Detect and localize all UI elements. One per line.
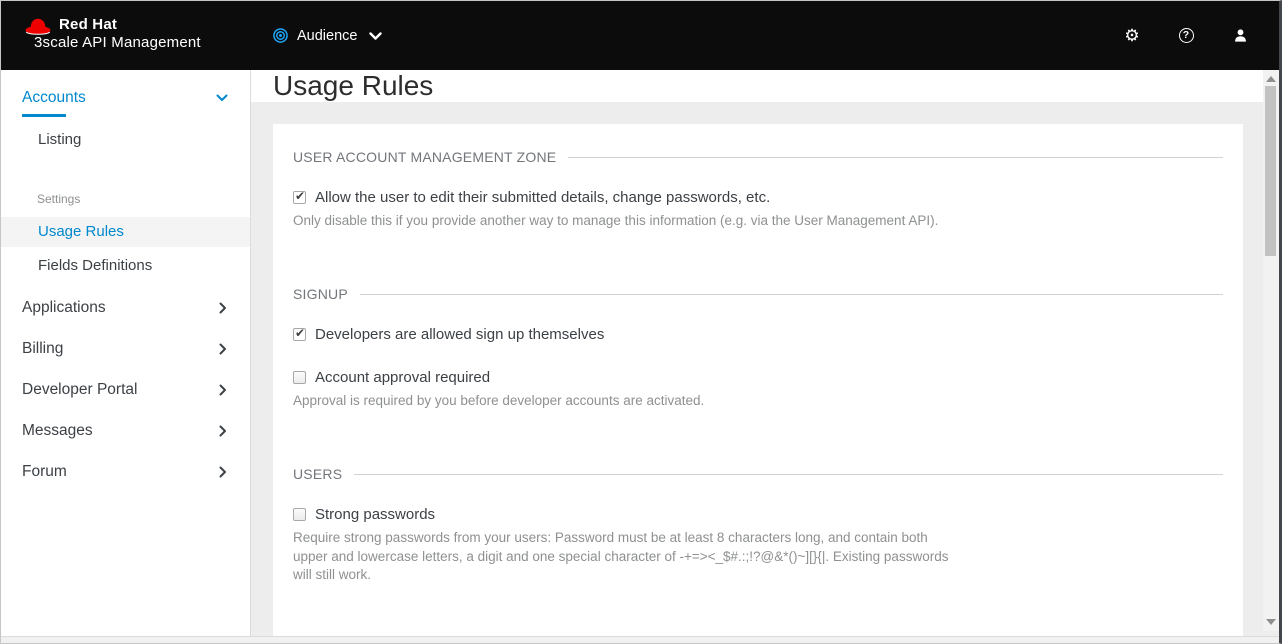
settings-gear-icon[interactable]: ⚙ [1124,28,1140,44]
field-hint: Only disable this if you provide another… [293,212,1223,230]
sidebar-item-usage-rules[interactable]: Usage Rules [1,217,250,247]
scroll-up-arrow-icon[interactable] [1266,76,1276,82]
help-icon[interactable]: ? [1178,28,1194,44]
checkbox-label[interactable]: Account approval required [315,369,490,386]
masthead-toolbar: ⚙ ? [1124,28,1256,44]
field-allow-user-edit: ✔ Allow the user to edit their submitted… [293,189,1223,230]
field-hint: Require strong passwords from your users… [293,529,953,584]
sidebar: Accounts Listing Settings Usage Rules Fi… [1,70,251,638]
section-heading-label: SIGNUP [293,286,348,302]
brand-name: Red Hat [59,16,117,33]
sidebar-item-messages[interactable]: Messages [1,418,250,444]
section-divider [568,157,1223,158]
field-account-approval: ✔ Account approval required Approval is … [293,369,1223,410]
bullseye-icon [273,28,288,43]
section-signup: SIGNUP ✔ Developers are allowed sign up … [293,286,1223,410]
field-strong-passwords: ✔ Strong passwords Require strong passwo… [293,506,1223,584]
section-divider [354,474,1223,475]
checkbox-label[interactable]: Allow the user to edit their submitted d… [315,189,770,206]
main-content: Usage Rules USER ACCOUNT MANAGEMENT ZONE… [251,70,1279,638]
sidebar-item-label: Listing [38,131,81,148]
sidebar-item-applications[interactable]: Applications [1,295,250,321]
settings-card: USER ACCOUNT MANAGEMENT ZONE ✔ Allow the… [273,124,1243,644]
sidebar-item-developer-portal[interactable]: Developer Portal [1,377,250,403]
sidebar-group-settings: Settings [1,191,250,207]
scroll-down-arrow-icon[interactable] [1266,619,1276,625]
checkbox-label[interactable]: Developers are allowed sign up themselve… [315,326,604,343]
context-selector-audience[interactable]: Audience [273,28,382,44]
sidebar-item-accounts[interactable]: Accounts [1,86,250,110]
sidebar-item-label: Usage Rules [38,223,124,240]
scrollbar-thumb[interactable] [1265,86,1276,256]
brand-logo[interactable]: Red Hat 3scale API Management [23,1,227,70]
checkbox-allow-user-edit[interactable]: ✔ [293,191,306,204]
horizontal-scrollbar[interactable] [1,636,1279,643]
sidebar-item-forum[interactable]: Forum [1,459,250,485]
page-header: Usage Rules [251,70,1279,102]
sidebar-item-fields-definitions[interactable]: Fields Definitions [1,252,250,280]
checkbox-account-approval[interactable]: ✔ [293,371,306,384]
section-heading: USER ACCOUNT MANAGEMENT ZONE [293,149,1223,165]
sidebar-item-label: Billing [22,340,63,358]
checkbox-developers-signup[interactable]: ✔ [293,328,306,341]
brand-product: 3scale API Management [34,34,201,51]
question-mark-icon: ? [1179,28,1194,43]
chevron-down-icon [369,32,382,41]
section-heading-label: USER ACCOUNT MANAGEMENT ZONE [293,149,556,165]
section-heading: SIGNUP [293,286,1223,302]
checkbox-label[interactable]: Strong passwords [315,506,435,523]
sidebar-item-billing[interactable]: Billing [1,336,250,362]
chevron-right-icon [219,466,227,478]
section-divider [360,294,1223,295]
section-heading: USERS [293,466,1223,482]
vertical-scrollbar[interactable] [1263,70,1279,631]
sidebar-item-listing[interactable]: Listing [1,128,250,152]
masthead: Red Hat 3scale API Management Audience ⚙… [1,1,1279,70]
user-icon[interactable] [1232,28,1248,44]
sidebar-item-label: Messages [22,422,93,440]
chevron-right-icon [219,343,227,355]
section-user-account-management-zone: USER ACCOUNT MANAGEMENT ZONE ✔ Allow the… [293,149,1223,230]
sidebar-item-label: Developer Portal [22,381,137,399]
sidebar-item-label: Forum [22,463,67,481]
field-developers-signup: ✔ Developers are allowed sign up themsel… [293,326,1223,343]
sidebar-item-label: Fields Definitions [38,257,152,274]
chevron-right-icon [219,302,227,314]
sidebar-item-label: Applications [22,299,106,317]
check-icon: ✔ [295,326,305,340]
sidebar-item-label: Accounts [22,89,86,107]
field-hint: Approval is required by you before devel… [293,392,1223,410]
context-selector-label: Audience [297,28,357,44]
page-body: USER ACCOUNT MANAGEMENT ZONE ✔ Allow the… [251,102,1279,644]
page-title: Usage Rules [273,70,433,102]
active-section-underline [22,114,66,117]
chevron-down-icon [216,94,228,102]
section-heading-label: USERS [293,466,342,482]
checkbox-strong-passwords[interactable]: ✔ [293,508,306,521]
app-window: Red Hat 3scale API Management Audience ⚙… [0,0,1282,644]
chevron-right-icon [219,425,227,437]
chevron-right-icon [219,384,227,396]
check-icon: ✔ [295,189,305,203]
section-users: USERS ✔ Strong passwords Require strong … [293,466,1223,584]
